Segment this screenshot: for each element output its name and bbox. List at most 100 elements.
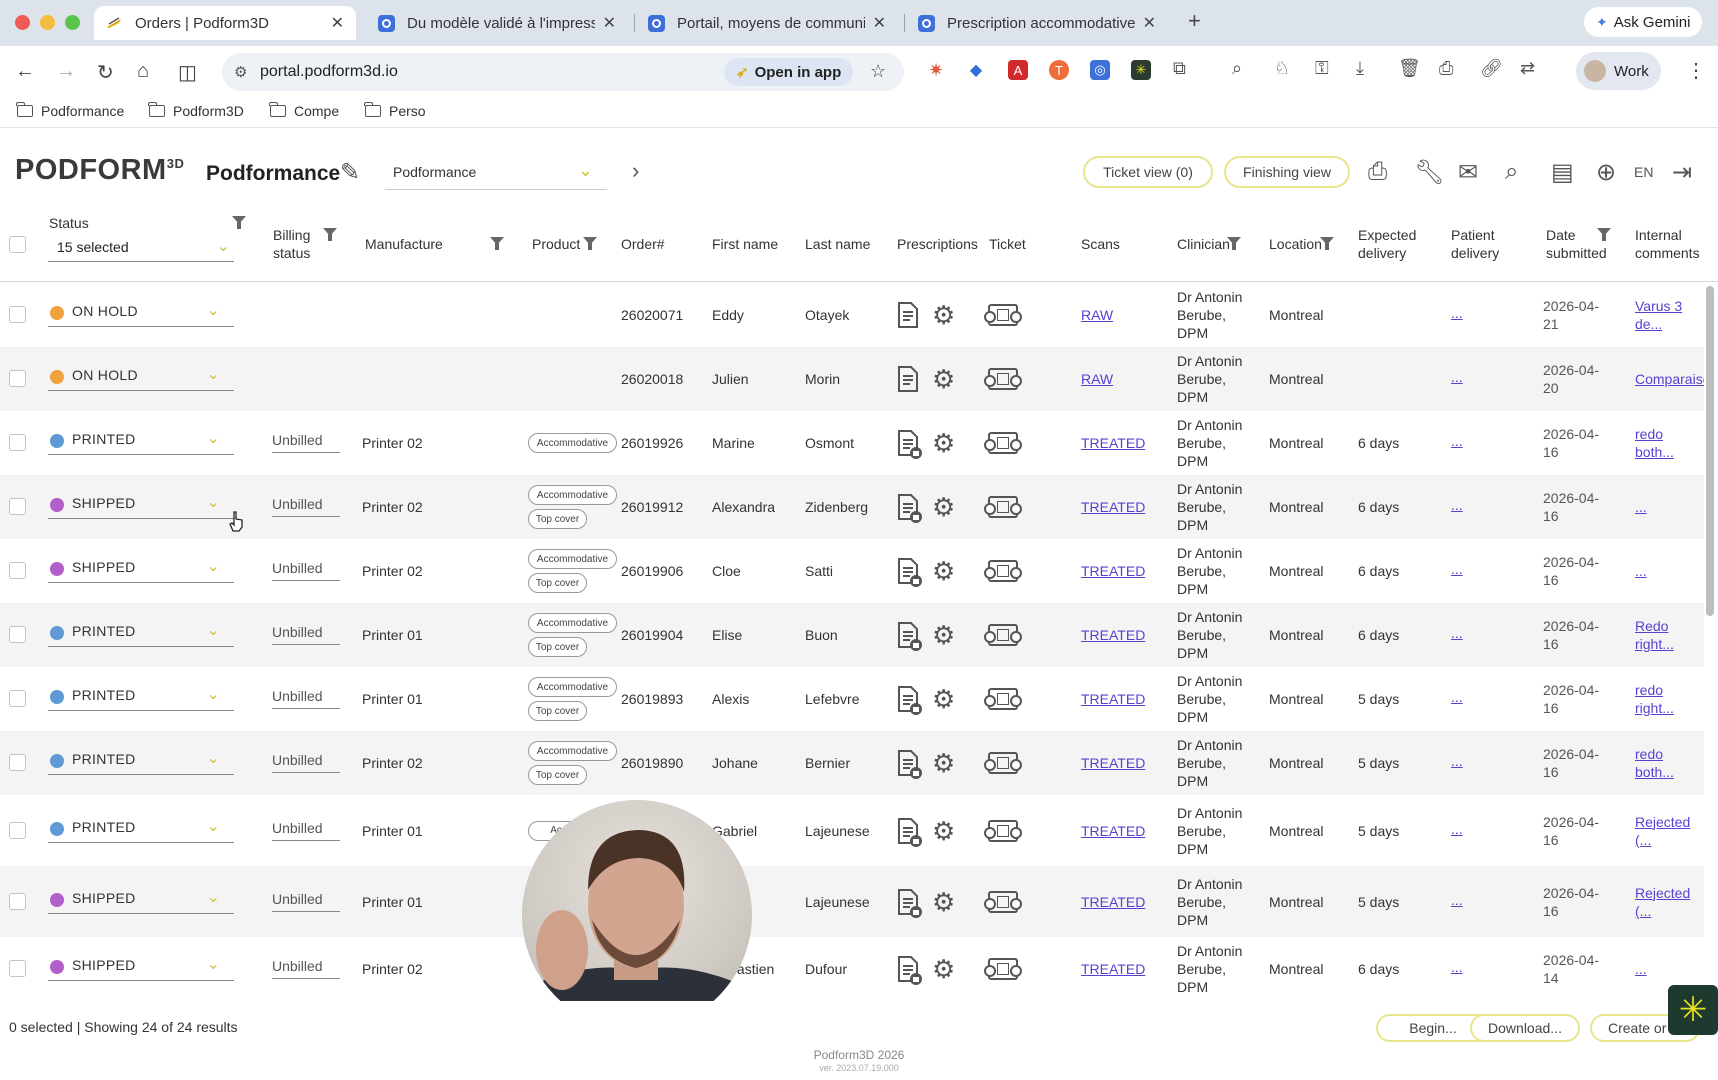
table-row[interactable]: SHIPPED ⌄ Unbilled Printer 02 Sebastien Dufou… (0, 937, 1704, 1001)
profile-button[interactable]: Work (1576, 52, 1661, 90)
patient-delivery-link[interactable]: ... (1451, 892, 1463, 908)
close-tab-icon[interactable]: ✕ (873, 13, 886, 33)
document-icon[interactable]: ▤ (1551, 158, 1574, 187)
wrench-icon[interactable]: 🔧︎ (1414, 158, 1444, 187)
scan-link[interactable]: TREATED (1081, 961, 1145, 977)
ticket-icon[interactable] (984, 688, 1022, 710)
ask-gemini-button[interactable]: ✦ Ask Gemini (1584, 7, 1703, 37)
prescription-document-icon[interactable] (896, 817, 922, 847)
internal-comment-link[interactable]: ... (1635, 498, 1647, 516)
ticket-icon[interactable] (984, 432, 1022, 454)
prescription-document-icon[interactable] (896, 557, 922, 587)
print-icon[interactable]: ⎙ (1439, 58, 1453, 79)
extension-blue-icon[interactable]: ◎ (1090, 60, 1110, 80)
podform3d-logo[interactable]: PODFORM3D (15, 154, 184, 187)
search-icon[interactable]: ⌕ (1505, 158, 1518, 186)
patient-delivery-link[interactable]: ... (1451, 959, 1463, 975)
row-checkbox[interactable] (9, 960, 26, 977)
settings-gear-icon[interactable]: ⚙ (932, 956, 955, 982)
status-select[interactable]: SHIPPED ⌄ (48, 555, 234, 583)
scan-link[interactable]: TREATED (1081, 435, 1145, 451)
close-tab-icon[interactable]: ✕ (331, 13, 344, 33)
billing-status-select[interactable]: Unbilled (272, 557, 340, 581)
settings-gear-icon[interactable]: ⚙ (932, 889, 955, 915)
status-select[interactable]: ON HOLD ⌄ (48, 363, 234, 391)
row-checkbox[interactable] (9, 498, 26, 515)
ticket-icon[interactable] (984, 752, 1022, 774)
settings-gear-icon[interactable]: ⚙ (932, 430, 955, 456)
scan-link[interactable]: TREATED (1081, 691, 1145, 707)
address-bar[interactable]: ⚙ portal.podform3d.io ➶ Open in app ☆ (222, 53, 904, 91)
billing-status-select[interactable]: Unbilled (272, 955, 340, 979)
incognito-icon[interactable]: ♘ (1274, 58, 1290, 79)
open-in-app-button[interactable]: ➶ Open in app (724, 58, 854, 86)
status-select[interactable]: SHIPPED ⌄ (48, 886, 234, 914)
status-select[interactable]: ON HOLD ⌄ (48, 299, 234, 327)
status-filter-select[interactable]: 15 selected ⌄ (48, 232, 234, 262)
table-row[interactable]: SHIPPED ⌄ Unbilled Printer 02 Accommodative T… (0, 475, 1704, 539)
table-row[interactable]: PRINTED⌄UnbilledPrinter 01AccommoGabriel… (0, 795, 1704, 866)
tab-orders[interactable]: Orders | Podform3D ✕ (94, 6, 356, 40)
ticket-icon[interactable] (984, 624, 1022, 646)
extension-translate-icon[interactable]: T (1049, 60, 1069, 80)
select-all-checkbox[interactable] (9, 236, 26, 253)
language-label[interactable]: EN (1634, 164, 1653, 180)
date-filter-icon[interactable] (1597, 228, 1611, 242)
row-checkbox[interactable] (9, 306, 26, 323)
scan-link[interactable]: TREATED (1081, 823, 1145, 839)
extensions-puzzle-icon[interactable]: ⧉ (1173, 58, 1186, 79)
bookmark-podformance[interactable]: Podformance (16, 102, 124, 119)
internal-comment-link[interactable]: ... (1635, 562, 1647, 580)
internal-comment-link[interactable]: redo both... (1635, 745, 1674, 781)
ticket-icon[interactable] (984, 304, 1022, 326)
prescription-document-icon[interactable] (896, 429, 922, 459)
status-select[interactable]: PRINTED ⌄ (48, 427, 234, 455)
row-checkbox[interactable] (9, 690, 26, 707)
bookmark-star-icon[interactable]: ☆ (870, 61, 886, 82)
prescription-document-icon[interactable] (896, 888, 922, 918)
patient-delivery-link[interactable]: ... (1451, 625, 1463, 641)
ticket-icon[interactable] (984, 819, 1022, 842)
scan-link[interactable]: TREATED (1081, 894, 1145, 910)
internal-comment-link[interactable]: redo right... (1635, 681, 1674, 717)
close-window-button[interactable] (15, 15, 30, 30)
ticket-icon[interactable] (984, 368, 1022, 390)
internal-comment-link[interactable]: Varus 3 de... (1635, 297, 1682, 333)
extension-sparkle-icon[interactable]: ✷ (926, 60, 946, 80)
internal-comment-link[interactable]: Rejected (... (1635, 813, 1690, 849)
prescription-document-icon[interactable] (896, 749, 922, 779)
forward-arrow-icon[interactable]: → (56, 60, 76, 83)
billing-status-select[interactable]: Unbilled (272, 749, 340, 773)
table-row[interactable]: ON HOLD ⌄ 26020071 Eddy Otayek ⚙ RAW Dr Antonin… (0, 283, 1704, 347)
settings-gear-icon[interactable]: ⚙ (932, 818, 955, 844)
table-scrollbar[interactable] (1706, 286, 1714, 616)
table-row[interactable]: PRINTED ⌄ Unbilled Printer 01 Accommodative T… (0, 667, 1704, 731)
internal-comment-link[interactable]: Rejected (... (1635, 884, 1690, 920)
row-checkbox[interactable] (9, 892, 26, 910)
scan-link[interactable]: TREATED (1081, 499, 1145, 515)
bookmark-compe[interactable]: Compe (269, 102, 339, 119)
billing-status-select[interactable]: Unbilled (272, 888, 340, 912)
scan-link[interactable]: TREATED (1081, 563, 1145, 579)
ticket-icon[interactable] (984, 890, 1022, 913)
close-tab-icon[interactable]: ✕ (1143, 13, 1156, 33)
edit-pencil-icon[interactable]: ✎ (340, 158, 360, 187)
prescription-document-icon[interactable] (896, 955, 922, 985)
extension-diamond-icon[interactable]: ◆ (966, 60, 986, 80)
scan-link[interactable]: TREATED (1081, 755, 1145, 771)
table-row[interactable]: PRINTED ⌄ Unbilled Printer 01 Accommodative T… (0, 603, 1704, 667)
organization-select[interactable]: Podformance ⌄ (385, 158, 607, 190)
status-select[interactable]: SHIPPED ⌄ (48, 491, 234, 519)
ticket-icon[interactable] (984, 496, 1022, 518)
mail-icon[interactable]: ✉ (1458, 158, 1478, 187)
patient-delivery-link[interactable]: ... (1451, 369, 1463, 385)
prescription-document-icon[interactable] (896, 301, 922, 329)
table-row[interactable]: PRINTED ⌄ Unbilled Printer 02 Accommodative T… (0, 731, 1704, 795)
trash-icon[interactable]: 🗑︎ (1398, 58, 1421, 79)
back-arrow-icon[interactable]: ← (15, 60, 35, 83)
prescription-document-icon[interactable] (896, 685, 922, 715)
row-checkbox[interactable] (9, 370, 26, 387)
printer-icon[interactable]: ⎙ (1368, 158, 1387, 186)
status-filter-icon[interactable] (232, 216, 246, 230)
billing-status-select[interactable]: Unbilled (272, 685, 340, 709)
